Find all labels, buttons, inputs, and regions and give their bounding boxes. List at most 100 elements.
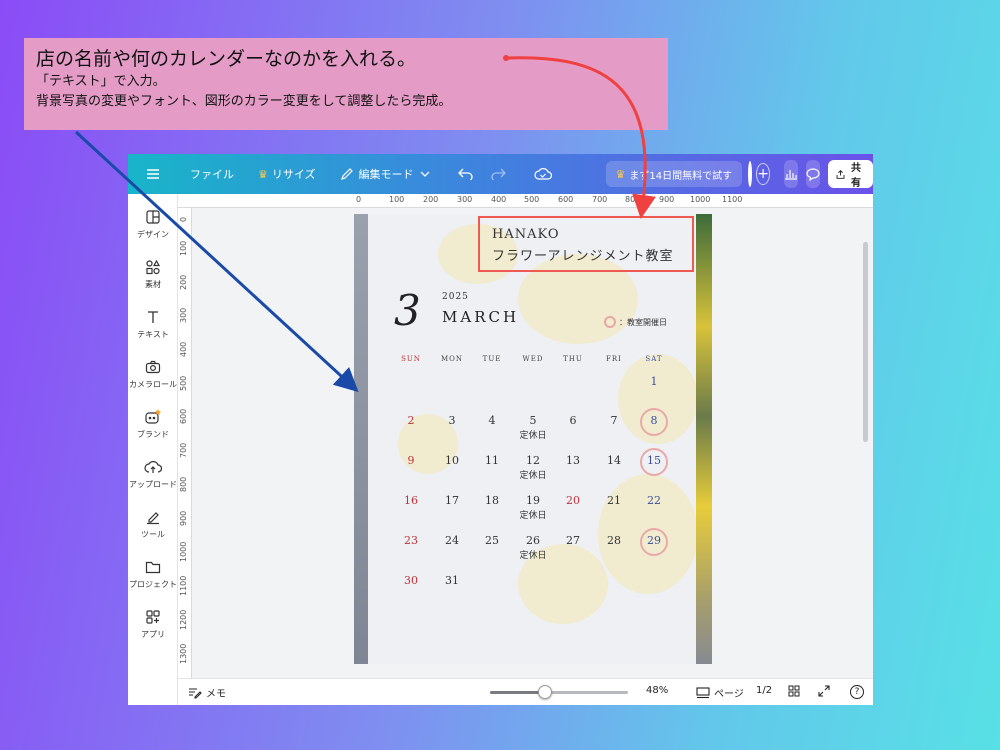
undo-icon [457, 168, 473, 180]
vertical-scrollbar[interactable] [863, 242, 868, 442]
right-photo-edge [696, 214, 712, 664]
ruler-label: 600 [179, 408, 188, 424]
month-number: 3 [394, 286, 421, 335]
cloud-save-button[interactable] [526, 160, 560, 188]
sidebar-item-text[interactable]: テキスト [128, 308, 178, 340]
pages-button[interactable]: ページ [696, 685, 744, 700]
chevron-down-icon [420, 171, 430, 177]
calendar-day: 17 [445, 494, 459, 507]
weekday-header: SUN [401, 355, 421, 363]
sidebar-item-upload[interactable]: アップロード [128, 458, 178, 490]
help-icon: ? [850, 685, 864, 699]
edit-mode-dropdown[interactable]: 編集モード [332, 160, 438, 188]
callout-line-1: 「テキスト」で入力。 [36, 74, 166, 89]
weekday-header: SAT [645, 355, 663, 363]
ruler-label: 600 [558, 195, 574, 204]
free-trial-button[interactable]: ♛ まず14日間無料で試す [605, 161, 743, 187]
sidebar-item-label: テキスト [137, 330, 169, 339]
edit-mode-label: 編集モード [358, 168, 414, 181]
redo-button[interactable] [482, 160, 514, 188]
weekday-header: FRI [606, 355, 622, 363]
class-day-circle-icon [604, 316, 616, 328]
ruler-label: 1300 [179, 643, 188, 664]
trial-label: まず14日間無料で試す [629, 170, 733, 182]
weekday-header: TUE [482, 355, 502, 363]
shop-subtitle: フラワーアレンジメント教室 [492, 249, 674, 264]
zoom-level[interactable]: 48% [646, 685, 668, 696]
page-counter[interactable]: 1/2 [756, 685, 772, 696]
upload-icon [144, 461, 162, 473]
share-button[interactable]: 共有 [827, 160, 873, 189]
comments-button[interactable] [805, 160, 820, 188]
design-icon [146, 210, 160, 224]
sidebar-item-brand[interactable]: ブランド [128, 408, 178, 440]
insights-button[interactable] [783, 160, 798, 188]
elements-icon [146, 259, 161, 275]
ruler-label: 300 [457, 195, 473, 204]
top-toolbar: ファイル ♛ リサイズ 編集モード ♛ まず14日間無料で試す + 共有 [128, 154, 873, 194]
sidebar-item-tools[interactable]: ツール [128, 508, 178, 540]
notes-label: メモ [206, 689, 226, 700]
sidebar-item-label: デザイン [137, 230, 169, 239]
ruler-label: 1000 [179, 541, 188, 562]
ruler-label: 0 [179, 216, 188, 222]
bar-chart-icon [784, 170, 797, 180]
sidebar-item-label: アプリ [141, 630, 165, 639]
calendar-day: 5 [529, 414, 537, 427]
closed-day-label: 定休日 [519, 551, 547, 561]
sidebar-item-projects[interactable]: プロジェクト [128, 558, 178, 590]
grid-view-button[interactable] [788, 685, 800, 697]
calendar-day: 2 [407, 414, 415, 427]
calendar-day: 12 [526, 454, 540, 467]
calendar-day: 26 [526, 534, 540, 547]
zoom-slider-knob[interactable] [538, 685, 553, 699]
sidebar-item-label: ブランド [137, 430, 169, 439]
ruler-label: 700 [592, 195, 608, 204]
share-icon [836, 169, 845, 179]
sidebar-item-design[interactable]: デザイン [128, 208, 178, 240]
legend: ：教室開催日 [604, 316, 667, 328]
sidebar-item-elements[interactable]: 素材 [128, 258, 178, 290]
ruler-label: 1100 [179, 575, 188, 596]
left-photo-edge [354, 214, 368, 664]
legend-label: ：教室開催日 [619, 317, 667, 327]
calendar-day: 6 [569, 414, 577, 427]
text-icon [148, 311, 158, 323]
add-collaborator-button[interactable]: + [756, 163, 770, 185]
sidebar-item-label: アップロード [129, 480, 177, 489]
fullscreen-button[interactable] [818, 685, 830, 697]
file-menu[interactable]: ファイル [182, 160, 242, 188]
calendar-day: 19 [526, 494, 540, 507]
calendar-day: 8 [650, 414, 658, 427]
ruler-label: 100 [179, 240, 188, 256]
shop-name: HANAKO [492, 227, 560, 242]
weekday-header: THU [563, 355, 583, 363]
tools-icon [147, 512, 159, 525]
ruler-label: 100 [389, 195, 405, 204]
sidebar-item-camera-roll[interactable]: カメラロール [128, 358, 178, 390]
sidebar-item-apps[interactable]: アプリ [128, 608, 178, 640]
redo-icon [490, 168, 506, 180]
ruler-label: 800 [625, 195, 641, 204]
closed-day-label: 定休日 [519, 431, 547, 441]
crown-icon: ♛ [615, 167, 626, 181]
shop-name-textbox[interactable]: HANAKO フラワーアレンジメント教室 [478, 216, 694, 272]
ruler-label: 500 [179, 375, 188, 391]
zoom-slider[interactable] [490, 685, 628, 699]
ruler-label: 500 [524, 195, 540, 204]
design-page[interactable]: HANAKO フラワーアレンジメント教室 3 2025 MARCH ：教室開催日… [354, 214, 712, 664]
calendar-day: 3 [448, 414, 456, 427]
pencil-icon [340, 168, 353, 180]
calendar-day: 15 [647, 454, 661, 467]
menu-button[interactable] [138, 160, 168, 188]
calendar-day: 13 [566, 454, 580, 467]
notes-button[interactable]: メモ [188, 685, 226, 700]
ruler-label: 300 [179, 307, 188, 323]
avatar[interactable] [748, 161, 753, 187]
help-button[interactable]: ? [850, 685, 864, 699]
undo-button[interactable] [450, 160, 482, 188]
calendar-day: 21 [607, 494, 621, 507]
resize-button[interactable]: ♛ リサイズ [250, 160, 324, 188]
share-label: 共有 [851, 163, 862, 189]
editor-window: ファイル ♛ リサイズ 編集モード ♛ まず14日間無料で試す + 共有 デザイ… [128, 154, 873, 705]
